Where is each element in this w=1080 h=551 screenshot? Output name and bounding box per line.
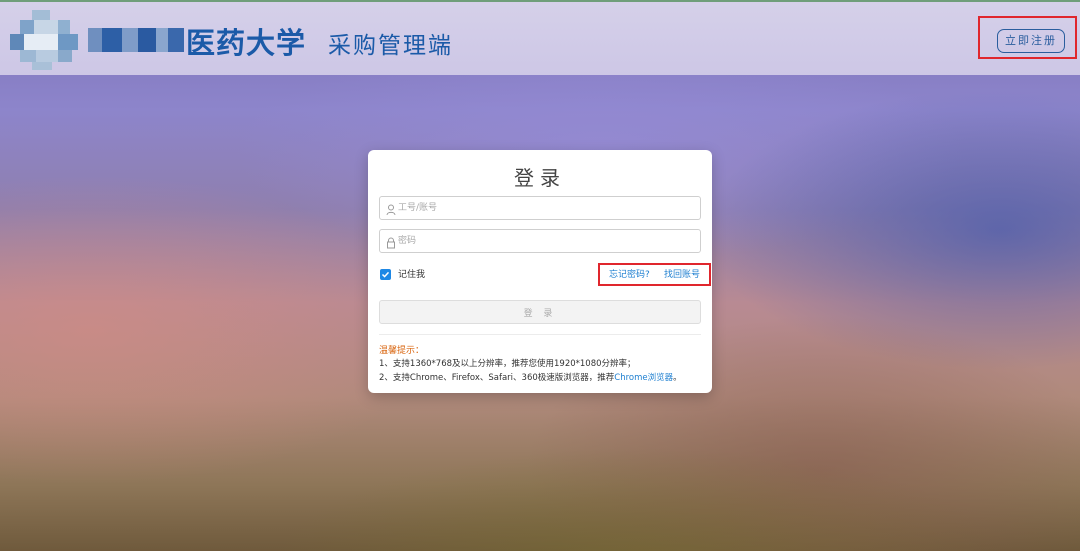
top-header: 医药大学 采购管理端 立即注册	[0, 0, 1080, 75]
forgot-password-link[interactable]: 忘记密码?	[609, 268, 650, 282]
tips-title: 温馨提示：	[379, 346, 425, 356]
site-title: 医药大学	[186, 26, 307, 60]
register-button[interactable]: 立即注册	[997, 29, 1065, 53]
university-name-blurred	[88, 28, 184, 52]
divider	[379, 334, 701, 335]
password-input[interactable]	[398, 232, 694, 250]
password-field[interactable]	[379, 229, 701, 253]
tips-line-2-text: 2、支持Chrome、Firefox、Safari、360极速版浏览器，推荐	[379, 373, 615, 383]
tips-line-2-end: 。	[673, 373, 682, 383]
login-button[interactable]: 登 录	[379, 300, 701, 324]
tips-line-1: 1、支持1360*768及以上分辨率，推荐您使用1920*1080分辨率；	[379, 359, 636, 369]
login-title: 登录	[514, 166, 566, 190]
checkbox-checked-icon[interactable]	[380, 269, 391, 280]
find-account-link[interactable]: 找回账号	[664, 268, 700, 282]
chrome-browser-link[interactable]: Chrome浏览器	[614, 373, 673, 383]
tips-line-2: 2、支持Chrome、Firefox、Safari、360极速版浏览器，推荐Ch…	[379, 371, 682, 383]
user-icon	[386, 201, 398, 216]
site-subtitle: 采购管理端	[328, 33, 453, 59]
remember-me-label: 记住我	[398, 270, 426, 280]
logo-blurred	[10, 10, 82, 70]
username-input[interactable]	[398, 199, 694, 217]
lock-icon	[386, 234, 398, 249]
username-field[interactable]	[379, 196, 701, 220]
login-card: 登录 记住我 忘记密码? 找回账号 登 录 温馨提示： 1、支持1360*768…	[368, 150, 712, 393]
